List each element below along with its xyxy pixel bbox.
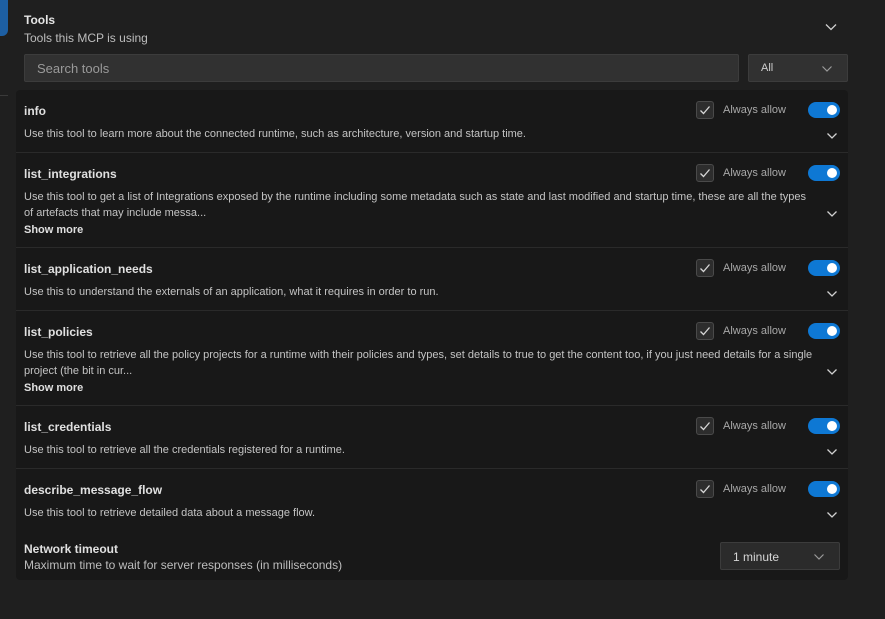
network-timeout-description: Maximum time to wait for server response… (24, 558, 343, 572)
checkmark-icon (700, 106, 710, 115)
always-allow-label: Always allow (723, 483, 786, 495)
side-divider (0, 95, 8, 96)
checkmark-icon (700, 264, 710, 273)
chevron-down-icon[interactable] (826, 366, 838, 378)
toggle-knob (827, 326, 837, 336)
filter-dropdown[interactable]: All (748, 54, 848, 82)
toggle-knob (827, 168, 837, 178)
search-tools-field[interactable] (24, 54, 739, 82)
tool-enabled-toggle[interactable] (808, 323, 840, 339)
tool-name: list_integrations (24, 167, 117, 181)
toggle-knob (827, 484, 837, 494)
chevron-down-icon[interactable] (826, 130, 838, 142)
always-allow-label: Always allow (723, 262, 786, 274)
tool-name: list_application_needs (24, 262, 153, 276)
tool-name: describe_message_flow (24, 483, 163, 497)
checkmark-icon (700, 485, 710, 494)
always-allow-checkbox[interactable] (696, 259, 714, 277)
filter-selected-value: All (761, 62, 774, 74)
tool-row-describe-message-flow: describe_message_flow Always allow Use t… (16, 469, 848, 530)
tool-row-list-credentials: list_credentials Always allow Use this t… (16, 406, 848, 469)
toggle-knob (827, 105, 837, 115)
show-more-link[interactable]: Show more (24, 382, 83, 394)
chevron-down-icon[interactable] (824, 20, 838, 34)
tool-enabled-toggle[interactable] (808, 102, 840, 118)
tool-enabled-toggle[interactable] (808, 165, 840, 181)
toggle-knob (827, 263, 837, 273)
network-timeout-value: 1 minute (733, 550, 780, 564)
always-allow-checkbox[interactable] (696, 164, 714, 182)
tool-enabled-toggle[interactable] (808, 481, 840, 497)
tool-name: info (24, 104, 46, 118)
always-allow-checkbox[interactable] (696, 322, 714, 340)
network-timeout-dropdown[interactable]: 1 minute (720, 542, 840, 570)
tool-description: Use this tool to retrieve all the creden… (24, 444, 345, 456)
always-allow-label: Always allow (723, 420, 786, 432)
chevron-down-icon[interactable] (826, 288, 838, 300)
tool-description: Use this to understand the externals of … (24, 286, 439, 298)
chevron-down-icon (814, 554, 824, 560)
tools-list-panel: info Always allow Use this tool to learn… (16, 90, 848, 580)
always-allow-checkbox[interactable] (696, 480, 714, 498)
always-allow-label: Always allow (723, 325, 786, 337)
search-input[interactable] (25, 55, 738, 81)
section-subtitle: Tools this MCP is using (24, 31, 148, 45)
tool-enabled-toggle[interactable] (808, 260, 840, 276)
checkmark-icon (700, 169, 710, 178)
network-timeout-setting: Network timeout Maximum time to wait for… (16, 530, 848, 580)
tool-description: Use this tool to retrieve all the policy… (24, 349, 813, 377)
tool-row-list-policies: list_policies Always allow Use this tool… (16, 311, 848, 406)
checkmark-icon (700, 327, 710, 336)
chevron-down-icon[interactable] (826, 509, 838, 521)
tools-header[interactable]: Tools Tools this MCP is using (24, 12, 844, 46)
tool-row-list-integrations: list_integrations Always allow Use this … (16, 153, 848, 248)
tool-row-info: info Always allow Use this tool to learn… (16, 90, 848, 153)
tool-name: list_policies (24, 325, 93, 339)
tool-description: Use this tool to retrieve detailed data … (24, 507, 316, 519)
tool-description: Use this tool to learn more about the co… (24, 128, 526, 140)
tool-row-list-application-needs: list_application_needs Always allow Use … (16, 248, 848, 311)
chevron-down-icon (822, 66, 832, 72)
checkmark-icon (700, 422, 710, 431)
tool-description: Use this tool to get a list of Integrati… (24, 191, 807, 219)
chevron-down-icon[interactable] (826, 208, 838, 220)
always-allow-label: Always allow (723, 167, 786, 179)
always-allow-checkbox[interactable] (696, 101, 714, 119)
show-more-link[interactable]: Show more (24, 224, 83, 236)
network-timeout-title: Network timeout (24, 542, 119, 556)
tool-name: list_credentials (24, 420, 112, 434)
always-allow-label: Always allow (723, 104, 786, 116)
side-accent-tab (0, 0, 8, 36)
tool-enabled-toggle[interactable] (808, 418, 840, 434)
section-title: Tools (24, 13, 56, 27)
chevron-down-icon[interactable] (826, 446, 838, 458)
toggle-knob (827, 421, 837, 431)
always-allow-checkbox[interactable] (696, 417, 714, 435)
